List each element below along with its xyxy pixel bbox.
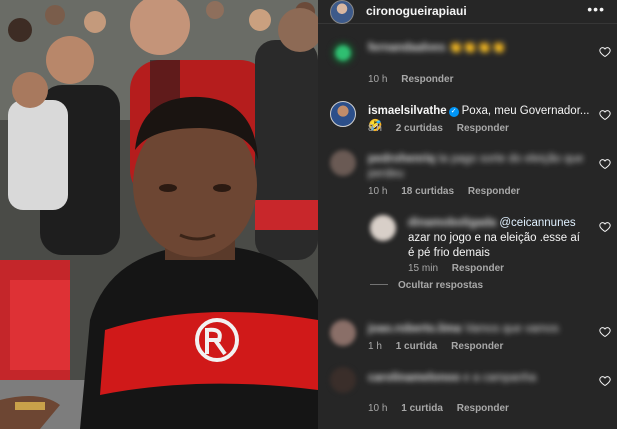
reply-button[interactable]: Responder [468, 186, 520, 197]
reply-button[interactable]: Responder [451, 341, 503, 352]
comment-meta: 8 h 2 curtidas Responder [368, 123, 520, 134]
comment-time: 10 h [368, 186, 388, 197]
verified-badge-icon: ✓ [448, 107, 459, 117]
post-photo[interactable] [0, 0, 318, 429]
comment-text: e a campanha [463, 372, 537, 384]
comment-text: Vamos que vamos [464, 323, 559, 335]
comment-meta: 10 h 18 curtidas Responder [368, 186, 531, 197]
like-heart-icon[interactable] [599, 46, 611, 58]
commenter-avatar[interactable] [370, 215, 396, 241]
more-horizontal-icon[interactable]: ••• [587, 1, 605, 17]
comment-meta: 10 h 1 curtida Responder [368, 403, 520, 414]
comment-time: 8 h [368, 123, 382, 134]
divider [370, 284, 388, 285]
author-username[interactable]: cironogueirapiaui [366, 4, 467, 18]
likes-count[interactable]: 2 curtidas [396, 123, 443, 134]
hide-replies-label: Ocultar respostas [398, 280, 484, 291]
comment-time: 1 h [368, 341, 382, 352]
reply-button[interactable]: Responder [401, 74, 453, 85]
commenter-avatar[interactable] [330, 40, 356, 66]
reply-button[interactable]: Responder [452, 263, 504, 274]
comment-mention[interactable]: @ceicannunes [499, 217, 575, 229]
likes-count[interactable]: 1 curtida [396, 341, 438, 352]
comment-time: 10 h [368, 74, 388, 85]
comments-panel: cironogueirapiaui ••• fernandaalves 👏👏👏👏… [318, 0, 617, 429]
comment-meta: 10 h Responder [368, 74, 464, 85]
reply-button[interactable]: Responder [457, 403, 509, 414]
comment-username[interactable]: fernandaalves [368, 42, 445, 54]
commenter-avatar[interactable] [330, 320, 356, 346]
comment-time: 10 h [368, 403, 388, 414]
like-heart-icon[interactable] [599, 375, 611, 387]
comment-username[interactable]: pedrohenriq [368, 153, 435, 165]
likes-count[interactable]: 18 curtidas [401, 186, 454, 197]
likes-count[interactable]: 1 curtida [401, 403, 443, 414]
like-heart-icon[interactable] [599, 109, 611, 121]
comment-text: azar no jogo e na eleição .esse aí é pé … [408, 232, 580, 259]
commenter-avatar[interactable] [330, 101, 356, 127]
comment-username[interactable]: joao.roberto.lima [368, 323, 461, 335]
comment-username[interactable]: dinamoboligada [408, 217, 496, 229]
commenter-avatar[interactable] [330, 150, 356, 176]
comment-username[interactable]: ismaelsilvathe [368, 105, 447, 117]
hide-replies-button[interactable]: Ocultar respostas [370, 280, 483, 291]
reply-button[interactable]: Responder [457, 123, 509, 134]
commenter-avatar[interactable] [330, 367, 356, 393]
comment-meta: 1 h 1 curtida Responder [368, 341, 514, 352]
like-heart-icon[interactable] [599, 326, 611, 338]
like-heart-icon[interactable] [599, 221, 611, 233]
post-header: cironogueirapiaui ••• [318, 0, 617, 24]
comment-text: 👏👏👏👏 [448, 42, 506, 54]
author-avatar[interactable] [330, 0, 354, 24]
comment-time: 15 min [408, 263, 439, 274]
stadium-photo-illustration [0, 0, 318, 429]
comment-meta: 15 min Responder [408, 263, 515, 274]
like-heart-icon[interactable] [599, 158, 611, 170]
comment-username[interactable]: carolinamelonoo [368, 372, 460, 384]
